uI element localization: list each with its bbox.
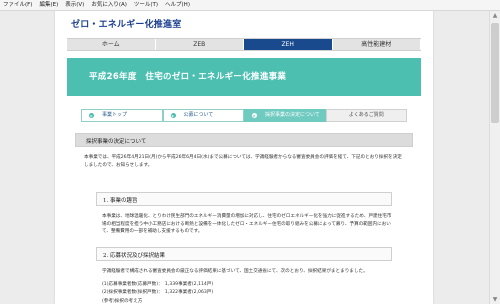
site-header: ゼロ・エネルギー化推進室: [55, 11, 433, 38]
page-container: ゼロ・エネルギー化推進室 ホーム ZEB ZEH 高性能建材 平成26年度 住宅…: [55, 11, 433, 304]
tab-label: 採択事業の決定について: [265, 112, 320, 118]
menu-favorites[interactable]: お気に入り(A): [91, 0, 127, 11]
scroll-down-icon[interactable]: ▼: [490, 295, 500, 304]
menu-view[interactable]: 表示(V): [65, 0, 84, 11]
menu-edit[interactable]: 編集(E): [39, 0, 58, 11]
nav-home[interactable]: ホーム: [67, 39, 156, 50]
menu-help[interactable]: ヘルプ(H): [165, 0, 190, 11]
intro-text: 本事業では、平成26年4月21日(月)から平成26年6月4日(水)まで公募につい…: [84, 155, 402, 168]
nav-building-materials[interactable]: 高性能建材: [333, 39, 421, 50]
subsection-title-1: 1. 事業の趣旨: [103, 198, 138, 204]
tab-project-top[interactable]: ▸ 事業トップ: [81, 109, 163, 122]
subsection-title-2: 2. 応募状況及び採択結果: [103, 253, 165, 259]
browser-menubar: ファイル(F) 編集(E) 表示(V) お気に入り(A) ツール(T) ヘルプ(…: [0, 0, 500, 11]
vertical-scrollbar[interactable]: ▲ ▼: [489, 11, 500, 304]
subsection-body-2: 学識経験者で構成される審査委員会の厳正なる評価結果に基づいて、国土交通省にて、次…: [102, 269, 368, 274]
arrow-circle-icon: ▸: [252, 113, 257, 118]
tab-label: よくあるご質問: [348, 112, 384, 118]
subsection-heading-2: 2. 応募状況及び採択結果: [96, 247, 392, 261]
subsection-heading-1: 1. 事業の趣旨: [96, 192, 392, 206]
section-heading: 採択事業の決定について: [75, 133, 413, 147]
subsection-body-1: 本事業は、地球温暖化、とりわけ民生部門のエネルギー消費量の増加に対応し、住宅のゼ…: [102, 214, 392, 234]
scroll-up-icon[interactable]: ▲: [490, 11, 500, 20]
tab-adoption-decision[interactable]: ▸ 採択事業の決定について: [244, 109, 326, 122]
hero-banner: 平成26年度 住宅のゼロ・エネルギー化推進事業: [67, 58, 421, 96]
menu-file[interactable]: ファイル(F): [3, 0, 32, 11]
sub-tabs: ▸ 事業トップ ▸ 公募について ▸ 採択事業の決定について よくあるご質問: [81, 109, 407, 122]
adopted-count: (2)採択事業者数(採択戸数)： 1,322事業者(2,063戸): [102, 290, 214, 295]
menu-tools[interactable]: ツール(T): [134, 0, 158, 11]
main-nav: ホーム ZEB ZEH 高性能建材: [67, 38, 421, 51]
reference-note: (参考)採択の考え方: [102, 299, 143, 304]
hero-title: 平成26年度 住宅のゼロ・エネルギー化推進事業: [89, 72, 287, 82]
section-title: 採択事業の決定について: [86, 139, 147, 145]
nav-zeh[interactable]: ZEH: [244, 39, 333, 50]
tab-label: 事業トップ: [102, 112, 128, 118]
tab-public-offering[interactable]: ▸ 公募について: [162, 109, 244, 122]
arrow-circle-icon: ▸: [89, 113, 94, 118]
applicant-count: (1)応募事業者数(応募戸数)： 1,339事業者(2,114戸): [102, 282, 214, 287]
browser-viewport: ゼロ・エネルギー化推進室 ホーム ZEB ZEH 高性能建材 平成26年度 住宅…: [0, 11, 489, 304]
tab-label: 公募について: [183, 112, 214, 118]
site-title[interactable]: ゼロ・エネルギー化推進室: [71, 17, 181, 30]
scroll-thumb[interactable]: [491, 23, 499, 123]
tab-faq[interactable]: よくあるご質問: [325, 109, 407, 122]
nav-zeb[interactable]: ZEB: [156, 39, 244, 50]
arrow-circle-icon: ▸: [170, 113, 176, 118]
